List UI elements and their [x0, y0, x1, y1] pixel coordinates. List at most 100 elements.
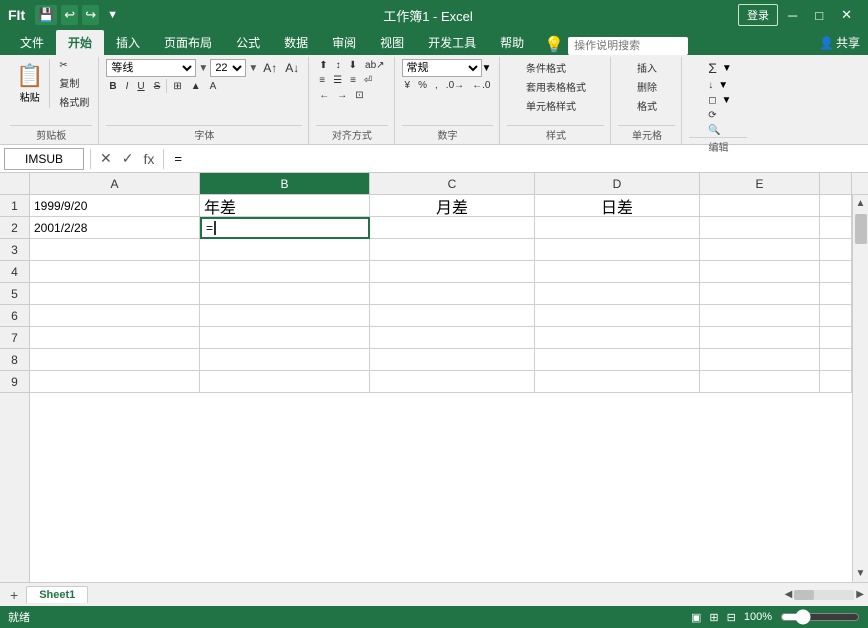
formula-cancel-button[interactable]: ✕: [97, 150, 115, 167]
align-bottom-button[interactable]: ⬇: [346, 59, 360, 72]
cell-e4[interactable]: [700, 261, 820, 283]
cell-extra-2[interactable]: [820, 217, 852, 239]
cell-c9[interactable]: [370, 371, 535, 393]
merge-button[interactable]: ⊡: [352, 89, 366, 102]
cell-c1[interactable]: 月差: [370, 195, 535, 217]
cell-c8[interactable]: [370, 349, 535, 371]
tab-view[interactable]: 视图: [368, 30, 416, 55]
cell-a7[interactable]: [30, 327, 200, 349]
row-header-6[interactable]: 6: [0, 305, 29, 327]
align-left-button[interactable]: ≡: [316, 74, 328, 87]
h-scroll-thumb[interactable]: [794, 590, 814, 600]
cell-b6[interactable]: [200, 305, 370, 327]
sum-dropdown[interactable]: ▼: [722, 63, 732, 74]
bold-button[interactable]: B: [106, 80, 119, 93]
number-format-expand[interactable]: ▼: [482, 63, 492, 74]
conditional-format-button[interactable]: 条件格式: [523, 59, 589, 76]
text-angle-button[interactable]: ab↗: [362, 59, 388, 72]
italic-button[interactable]: I: [123, 80, 132, 93]
number-format-select[interactable]: 常规: [402, 59, 482, 77]
vertical-scrollbar[interactable]: ▲ ▼: [852, 195, 868, 582]
row-header-5[interactable]: 5: [0, 283, 29, 305]
cell-c5[interactable]: [370, 283, 535, 305]
tab-data[interactable]: 数据: [272, 30, 320, 55]
format-paint-button[interactable]: 格式刷: [56, 93, 92, 110]
add-sheet-button[interactable]: +: [4, 585, 24, 605]
fx-button[interactable]: fx: [140, 151, 157, 167]
cell-a9[interactable]: [30, 371, 200, 393]
cell-c7[interactable]: [370, 327, 535, 349]
clear-dropdown[interactable]: ▼: [722, 95, 732, 106]
cell-a1[interactable]: 1999/9/20: [30, 195, 200, 217]
undo-button[interactable]: ↩: [61, 5, 78, 25]
cell-b4[interactable]: [200, 261, 370, 283]
currency-button[interactable]: ¥: [402, 79, 414, 92]
light-icon[interactable]: 💡: [544, 35, 564, 55]
font-size-expand-icon[interactable]: ▼: [248, 63, 258, 74]
scroll-right-button[interactable]: ▶: [856, 589, 864, 600]
sort-button[interactable]: ⟳: [705, 109, 719, 122]
cell-b9[interactable]: [200, 371, 370, 393]
row-header-8[interactable]: 8: [0, 349, 29, 371]
cell-d2[interactable]: [535, 217, 700, 239]
decrease-decimal-button[interactable]: ←.0: [469, 79, 493, 92]
tab-home[interactable]: 开始: [56, 30, 104, 55]
cell-extra-5[interactable]: [820, 283, 852, 305]
maximize-button[interactable]: □: [807, 6, 831, 25]
tab-file[interactable]: 文件: [8, 30, 56, 55]
row-header-2[interactable]: 2: [0, 217, 29, 239]
formula-confirm-button[interactable]: ✓: [119, 150, 137, 167]
cell-b3[interactable]: [200, 239, 370, 261]
font-size-select[interactable]: 22: [210, 59, 246, 77]
normal-view-icon[interactable]: ▣: [691, 611, 701, 624]
row-header-4[interactable]: 4: [0, 261, 29, 283]
col-header-a[interactable]: A: [30, 173, 200, 194]
minimize-button[interactable]: ─: [780, 6, 805, 25]
row-header-3[interactable]: 3: [0, 239, 29, 261]
cell-a5[interactable]: [30, 283, 200, 305]
cell-b5[interactable]: [200, 283, 370, 305]
cell-d7[interactable]: [535, 327, 700, 349]
cell-extra-6[interactable]: [820, 305, 852, 327]
indent-less-button[interactable]: ←: [316, 89, 332, 102]
tab-page-layout[interactable]: 页面布局: [152, 30, 224, 55]
horizontal-scrollbar[interactable]: ◀ ▶: [785, 589, 864, 600]
cell-d9[interactable]: [535, 371, 700, 393]
cell-styles-button[interactable]: 单元格样式: [523, 97, 589, 114]
fill-color-button[interactable]: ▲: [188, 80, 204, 93]
cell-e2[interactable]: [700, 217, 820, 239]
close-button[interactable]: ✕: [833, 5, 860, 25]
font-decrease-button[interactable]: A↓: [282, 60, 302, 76]
table-format-button[interactable]: 套用表格格式: [523, 78, 589, 95]
cell-e7[interactable]: [700, 327, 820, 349]
cell-extra-4[interactable]: [820, 261, 852, 283]
copy-button[interactable]: 复制: [56, 74, 92, 91]
cell-a3[interactable]: [30, 239, 200, 261]
border-button[interactable]: ⊞: [170, 80, 184, 93]
scroll-thumb[interactable]: [855, 214, 867, 244]
align-center-button[interactable]: ☰: [330, 74, 345, 87]
wrap-text-button[interactable]: ⏎: [361, 74, 375, 87]
row-header-1[interactable]: 1: [0, 195, 29, 217]
cell-e3[interactable]: [700, 239, 820, 261]
cell-extra-8[interactable]: [820, 349, 852, 371]
strikethrough-button[interactable]: S: [151, 80, 164, 93]
align-right-button[interactable]: ≡: [347, 74, 359, 87]
col-header-e[interactable]: E: [700, 173, 820, 194]
cell-b1[interactable]: 年差: [200, 195, 370, 217]
cell-e9[interactable]: [700, 371, 820, 393]
increase-decimal-button[interactable]: .0→: [443, 79, 467, 92]
save-button[interactable]: 💾: [35, 5, 57, 25]
cut-button[interactable]: ✂: [56, 59, 92, 72]
cell-d1[interactable]: 日差: [535, 195, 700, 217]
align-top-button[interactable]: ⬆: [316, 59, 330, 72]
help-search-input[interactable]: [568, 37, 688, 55]
tab-help[interactable]: 帮助: [488, 30, 536, 55]
scroll-down-button[interactable]: ▼: [856, 565, 866, 582]
tab-formula[interactable]: 公式: [224, 30, 272, 55]
scroll-up-button[interactable]: ▲: [856, 195, 866, 212]
find-button[interactable]: 🔍: [705, 124, 723, 137]
share-button[interactable]: 👤 共享: [819, 34, 860, 51]
insert-button[interactable]: 插入: [634, 59, 660, 76]
cell-e5[interactable]: [700, 283, 820, 305]
